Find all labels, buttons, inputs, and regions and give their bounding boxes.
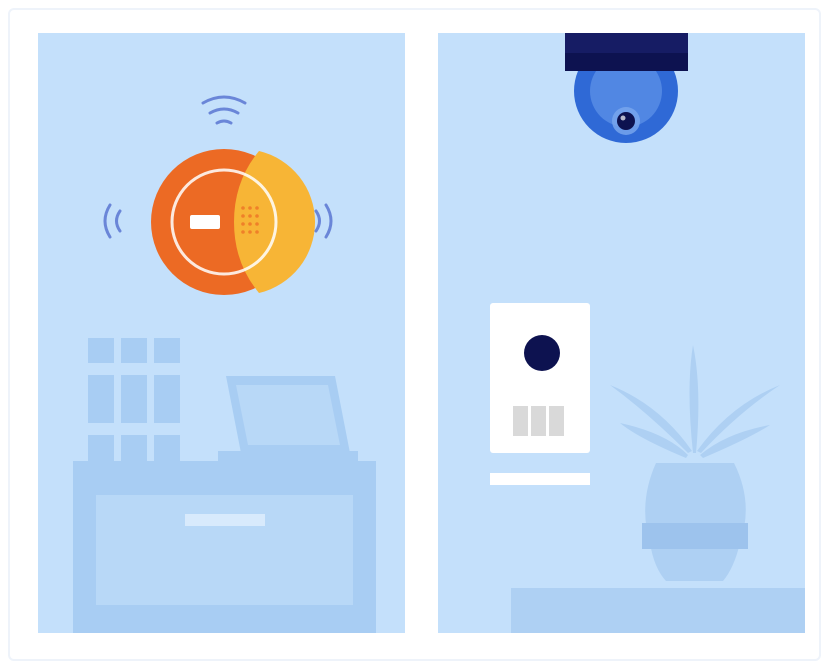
right-room-panel: [438, 33, 805, 633]
right-room-scene: [490, 33, 805, 633]
desk-icon: [73, 461, 376, 633]
potted-plant-icon: [610, 345, 780, 581]
video-doorbell-icon: [490, 303, 590, 485]
left-room-scene: [73, 95, 376, 633]
binders-icon: [88, 338, 180, 463]
dome-camera-icon: [565, 33, 688, 143]
wifi-icon: [201, 95, 247, 125]
smart-smoke-alarm-icon: [151, 149, 316, 295]
left-room-panel: [38, 33, 405, 633]
wave-right-icon: [314, 203, 333, 239]
wave-left-icon: [103, 203, 122, 239]
shelf-icon: [511, 588, 805, 633]
laptop-icon: [218, 376, 358, 461]
